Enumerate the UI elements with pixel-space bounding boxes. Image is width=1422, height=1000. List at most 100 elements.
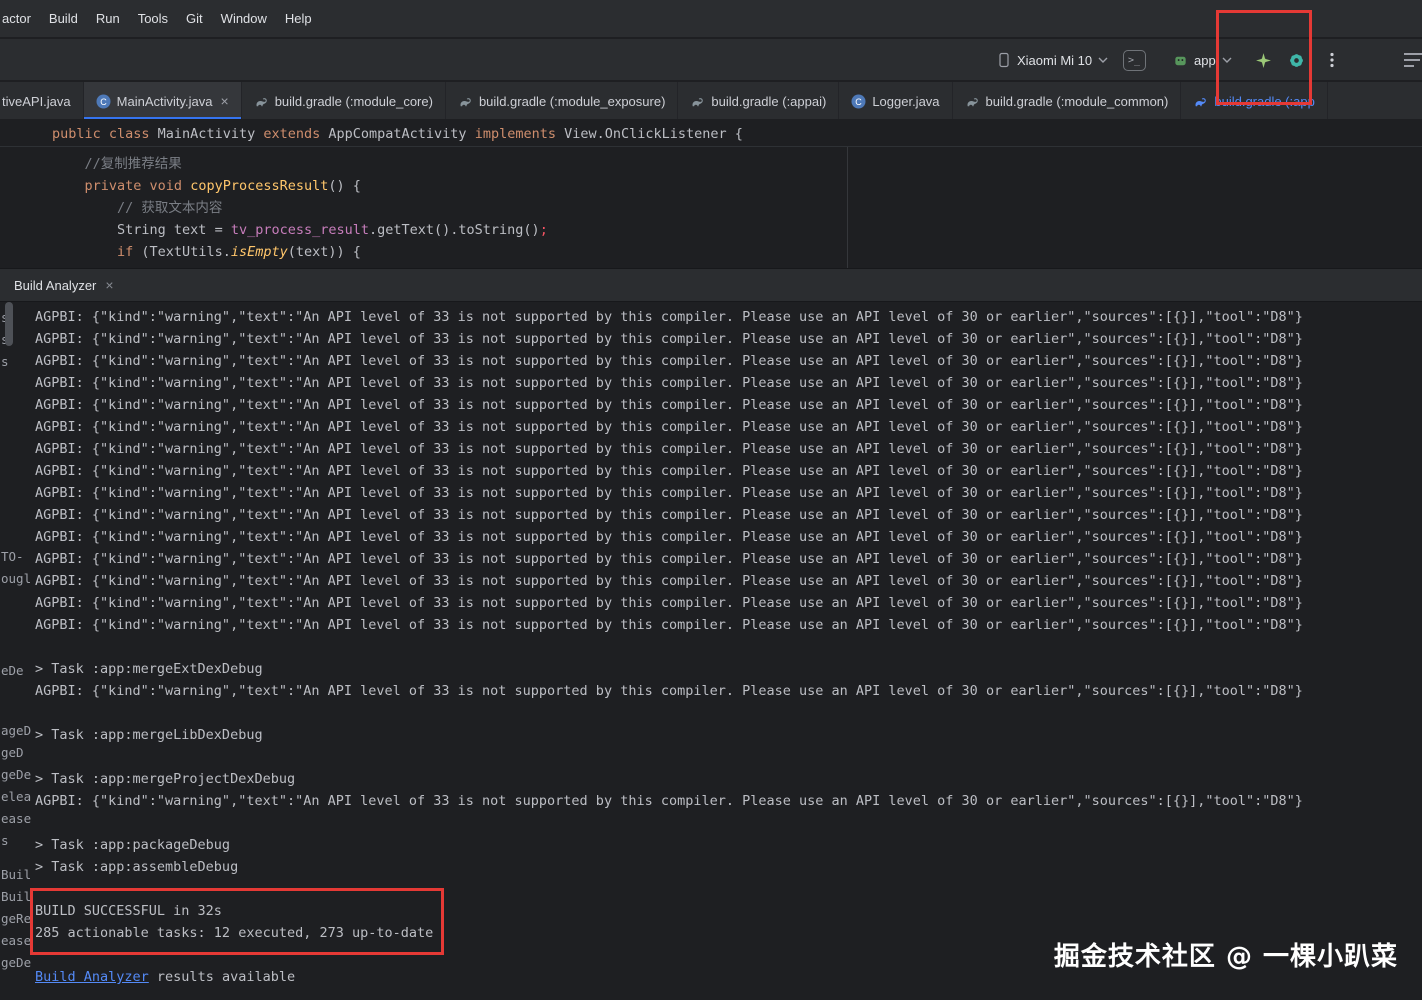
menu-bar: actorBuildRunToolsGitWindowHelp bbox=[0, 0, 1422, 38]
menu-item-build[interactable]: Build bbox=[40, 0, 87, 38]
console-line: AGPBI: {"kind":"warning","text":"An API … bbox=[35, 526, 1422, 548]
profiler-gear-icon[interactable] bbox=[1284, 48, 1308, 72]
svg-text:C: C bbox=[856, 96, 863, 106]
menu-item-help[interactable]: Help bbox=[276, 0, 321, 38]
console-line: > Task :app:mergeLibDexDebug bbox=[35, 724, 1422, 746]
sync-spark-icon[interactable] bbox=[1251, 48, 1275, 72]
console-line: AGPBI: {"kind":"warning","text":"An API … bbox=[35, 570, 1422, 592]
editor-tab-mainactivity-java[interactable]: C MainActivity.java × bbox=[84, 82, 242, 120]
tab-label: Logger.java bbox=[872, 94, 939, 109]
sticky-line: public class MainActivity extends AppCom… bbox=[52, 126, 743, 142]
terminal-button[interactable]: >_ bbox=[1122, 48, 1146, 72]
console-line: AGPBI: {"kind":"warning","text":"An API … bbox=[35, 592, 1422, 614]
editor-tab-bar: tiveAPI.java C MainActivity.java × build.gra… bbox=[0, 82, 1422, 120]
console-line: AGPBI: {"kind":"warning","text":"An API … bbox=[35, 614, 1422, 636]
editor-tab-build-gradle-app[interactable]: build.gradle (:app bbox=[1181, 82, 1327, 120]
chevron-down-icon bbox=[1098, 57, 1108, 63]
run-config-label: app bbox=[1194, 53, 1216, 68]
code-line: private void copyProcessResult() { bbox=[0, 175, 1422, 197]
tab-label: build.gradle (:app bbox=[1214, 94, 1314, 109]
gradle-icon bbox=[1193, 94, 1208, 109]
phone-icon bbox=[997, 52, 1011, 68]
android-studio-window: { "menu_bar": { "items": ["actor", "Buil… bbox=[0, 0, 1422, 1000]
console-line bbox=[35, 746, 1422, 768]
console-line: AGPBI: {"kind":"warning","text":"An API … bbox=[35, 350, 1422, 372]
build-panel-header: Build Analyzer × bbox=[0, 268, 1422, 302]
more-actions-kebab-icon[interactable] bbox=[1320, 48, 1344, 72]
tab-label: build.gradle (:module_core) bbox=[275, 94, 433, 109]
console-line: AGPBI: {"kind":"warning","text":"An API … bbox=[35, 372, 1422, 394]
tab-label: build.gradle (:module_common) bbox=[986, 94, 1169, 109]
gradle-icon bbox=[965, 94, 980, 109]
editor-tab-build-gradle-module-exposure[interactable]: build.gradle (:module_exposure) bbox=[446, 82, 678, 120]
console-line: AGPBI: {"kind":"warning","text":"An API … bbox=[35, 394, 1422, 416]
editor-tab-build-gradle-module-common[interactable]: build.gradle (:module_common) bbox=[953, 82, 1182, 120]
console-line: AGPBI: {"kind":"warning","text":"An API … bbox=[35, 482, 1422, 504]
code-line: //复制推荐结果 bbox=[0, 153, 1422, 175]
console-line: AGPBI: {"kind":"warning","text":"An API … bbox=[35, 306, 1422, 328]
console-line: > Task :app:mergeExtDexDebug bbox=[35, 658, 1422, 680]
menu-item-git[interactable]: Git bbox=[177, 0, 212, 38]
console-line bbox=[35, 636, 1422, 658]
device-selector[interactable]: Xiaomi Mi 10 bbox=[990, 46, 1115, 74]
java-class-icon: C bbox=[96, 94, 111, 109]
terminal-icon: >_ bbox=[1123, 50, 1146, 71]
editor-tab-build-gradle-appai[interactable]: build.gradle (:appai) bbox=[678, 82, 839, 120]
scrollbar-thumb[interactable] bbox=[5, 302, 13, 346]
editor-guide-line bbox=[847, 147, 848, 268]
editor-tab-logger-java[interactable]: C Logger.java bbox=[839, 82, 952, 120]
tab-label: MainActivity.java bbox=[117, 94, 213, 109]
terminal-glyph: >_ bbox=[1128, 55, 1140, 66]
editor-tab-strip: tiveAPI.java C MainActivity.java × build.gra… bbox=[0, 82, 1422, 120]
menu-items: actorBuildRunToolsGitWindowHelp bbox=[0, 0, 321, 37]
menu-item-actor[interactable]: actor bbox=[0, 0, 40, 38]
tab-label: build.gradle (:appai) bbox=[711, 94, 826, 109]
close-icon[interactable]: × bbox=[105, 277, 113, 293]
console-line: > Task :app:packageDebug bbox=[35, 834, 1422, 856]
console-line: > Task :app:assembleDebug bbox=[35, 856, 1422, 878]
console-line: AGPBI: {"kind":"warning","text":"An API … bbox=[35, 328, 1422, 350]
code-line: if (TextUtils.isEmpty(text)) { bbox=[0, 241, 1422, 263]
build-analyzer-tab[interactable]: Build Analyzer bbox=[14, 278, 96, 293]
console-line: AGPBI: {"kind":"warning","text":"An API … bbox=[35, 680, 1422, 702]
clipped-toolbar-icon[interactable] bbox=[1402, 48, 1422, 72]
svg-text:C: C bbox=[100, 96, 107, 106]
menu-item-run[interactable]: Run bbox=[87, 0, 129, 38]
console-output: AGPBI: {"kind":"warning","text":"An API … bbox=[0, 302, 1422, 988]
java-class-icon: C bbox=[851, 94, 866, 109]
build-console[interactable]: AGPBI: {"kind":"warning","text":"An API … bbox=[0, 302, 1422, 1000]
console-line: AGPBI: {"kind":"warning","text":"An API … bbox=[35, 438, 1422, 460]
watermark: 掘金技术社区 @ 一棵小趴菜 bbox=[1054, 936, 1398, 973]
console-line: > Task :app:mergeProjectDexDebug bbox=[35, 768, 1422, 790]
editor-tab-tiveapi-java[interactable]: tiveAPI.java bbox=[0, 82, 84, 120]
tab-label: build.gradle (:module_exposure) bbox=[479, 94, 665, 109]
menu-item-tools[interactable]: Tools bbox=[129, 0, 177, 38]
console-line: AGPBI: {"kind":"warning","text":"An API … bbox=[35, 548, 1422, 570]
build-analyzer-link[interactable]: Build Analyzer bbox=[35, 969, 149, 985]
main-toolbar: Xiaomi Mi 10 >_ app bbox=[0, 39, 1422, 81]
close-icon[interactable]: × bbox=[221, 93, 229, 109]
gradle-icon bbox=[458, 94, 473, 109]
console-line: AGPBI: {"kind":"warning","text":"An API … bbox=[35, 460, 1422, 482]
menu-item-window[interactable]: Window bbox=[212, 0, 276, 38]
tab-label: tiveAPI.java bbox=[2, 94, 71, 109]
console-line: AGPBI: {"kind":"warning","text":"An API … bbox=[35, 416, 1422, 438]
console-line bbox=[35, 812, 1422, 834]
chevron-down-icon bbox=[1222, 57, 1232, 63]
console-line bbox=[35, 702, 1422, 724]
console-line: BUILD SUCCESSFUL in 32s bbox=[35, 900, 1422, 922]
editor-tab-build-gradle-module-core[interactable]: build.gradle (:module_core) bbox=[242, 82, 446, 120]
code-line: String text = tv_process_result.getText(… bbox=[0, 219, 1422, 241]
console-line bbox=[35, 878, 1422, 900]
run-config-selector[interactable]: app bbox=[1166, 46, 1239, 74]
sticky-class-declaration: public class MainActivity extends AppCom… bbox=[0, 121, 1422, 147]
gradle-icon bbox=[690, 94, 705, 109]
code-lines: //复制推荐结果 private void copyProcessResult(… bbox=[0, 147, 1422, 263]
device-selector-label: Xiaomi Mi 10 bbox=[1017, 53, 1092, 68]
console-line: AGPBI: {"kind":"warning","text":"An API … bbox=[35, 504, 1422, 526]
app-module-icon bbox=[1173, 53, 1188, 68]
gradle-icon bbox=[254, 94, 269, 109]
code-editor[interactable]: public class MainActivity extends AppCom… bbox=[0, 121, 1422, 268]
console-line: AGPBI: {"kind":"warning","text":"An API … bbox=[35, 790, 1422, 812]
code-line: // 获取文本内容 bbox=[0, 197, 1422, 219]
